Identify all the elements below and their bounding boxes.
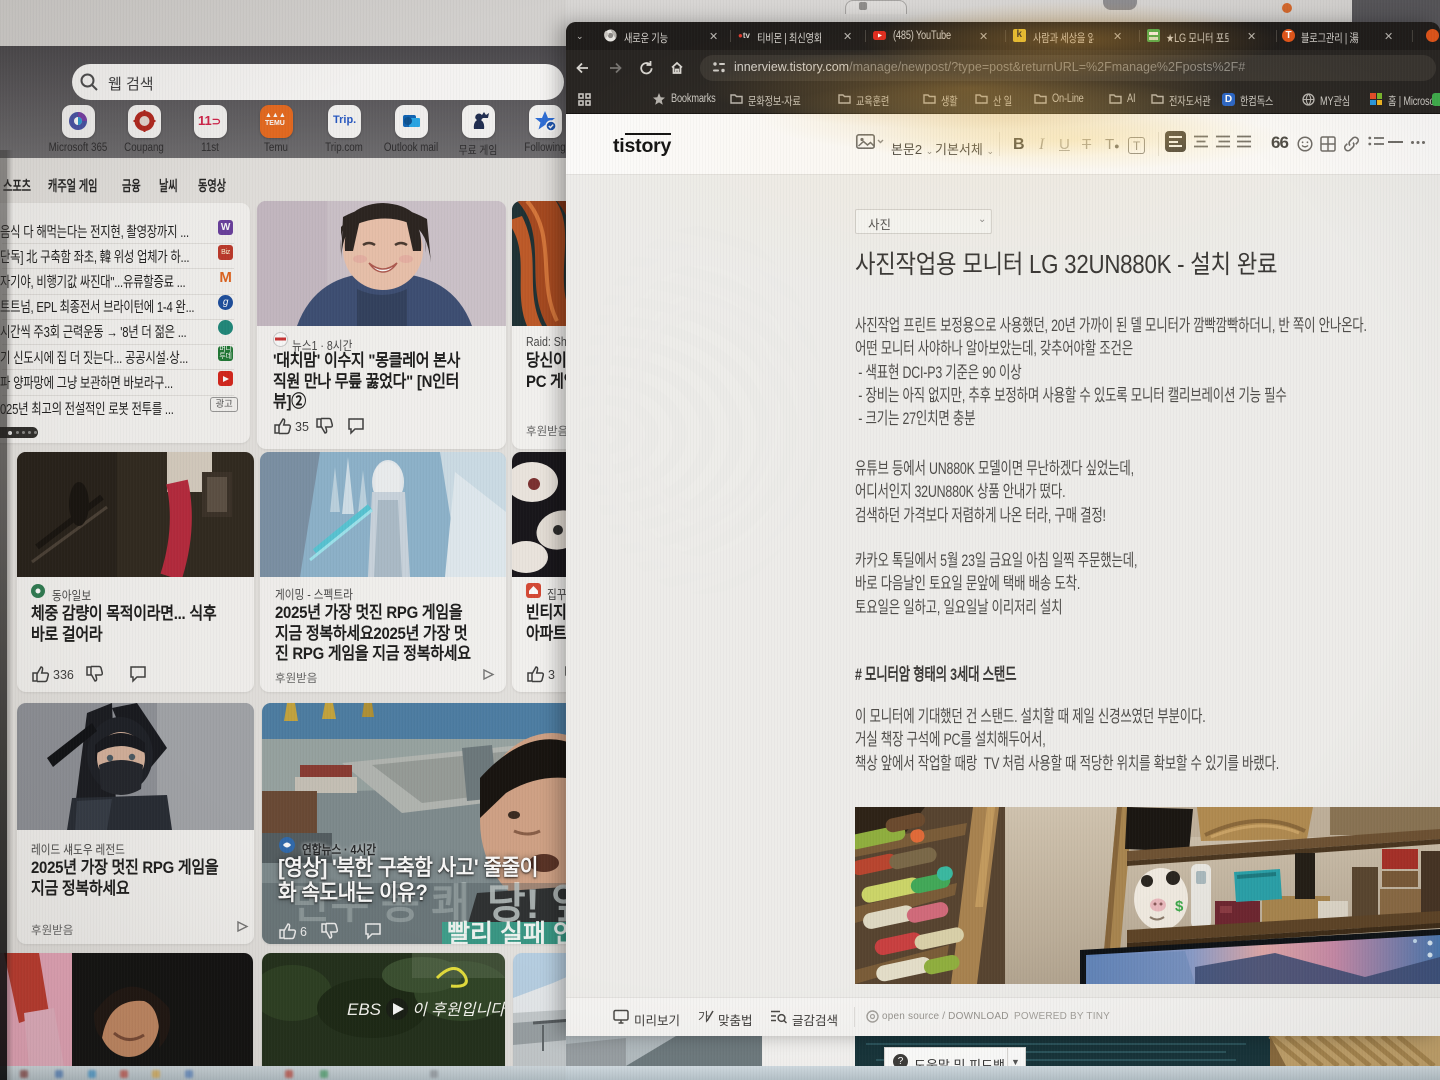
svg-text:3: 3 bbox=[548, 668, 555, 682]
svg-text:EBS: EBS bbox=[347, 1000, 382, 1019]
svg-text:가: 가 bbox=[698, 1010, 709, 1024]
svg-text:$: $ bbox=[1175, 898, 1184, 915]
svg-text:이 후원입니다: 이 후원입니다 bbox=[412, 1001, 505, 1019]
svg-text:6: 6 bbox=[300, 925, 307, 939]
svg-text:35: 35 bbox=[295, 420, 309, 434]
svg-text:336: 336 bbox=[53, 668, 74, 682]
